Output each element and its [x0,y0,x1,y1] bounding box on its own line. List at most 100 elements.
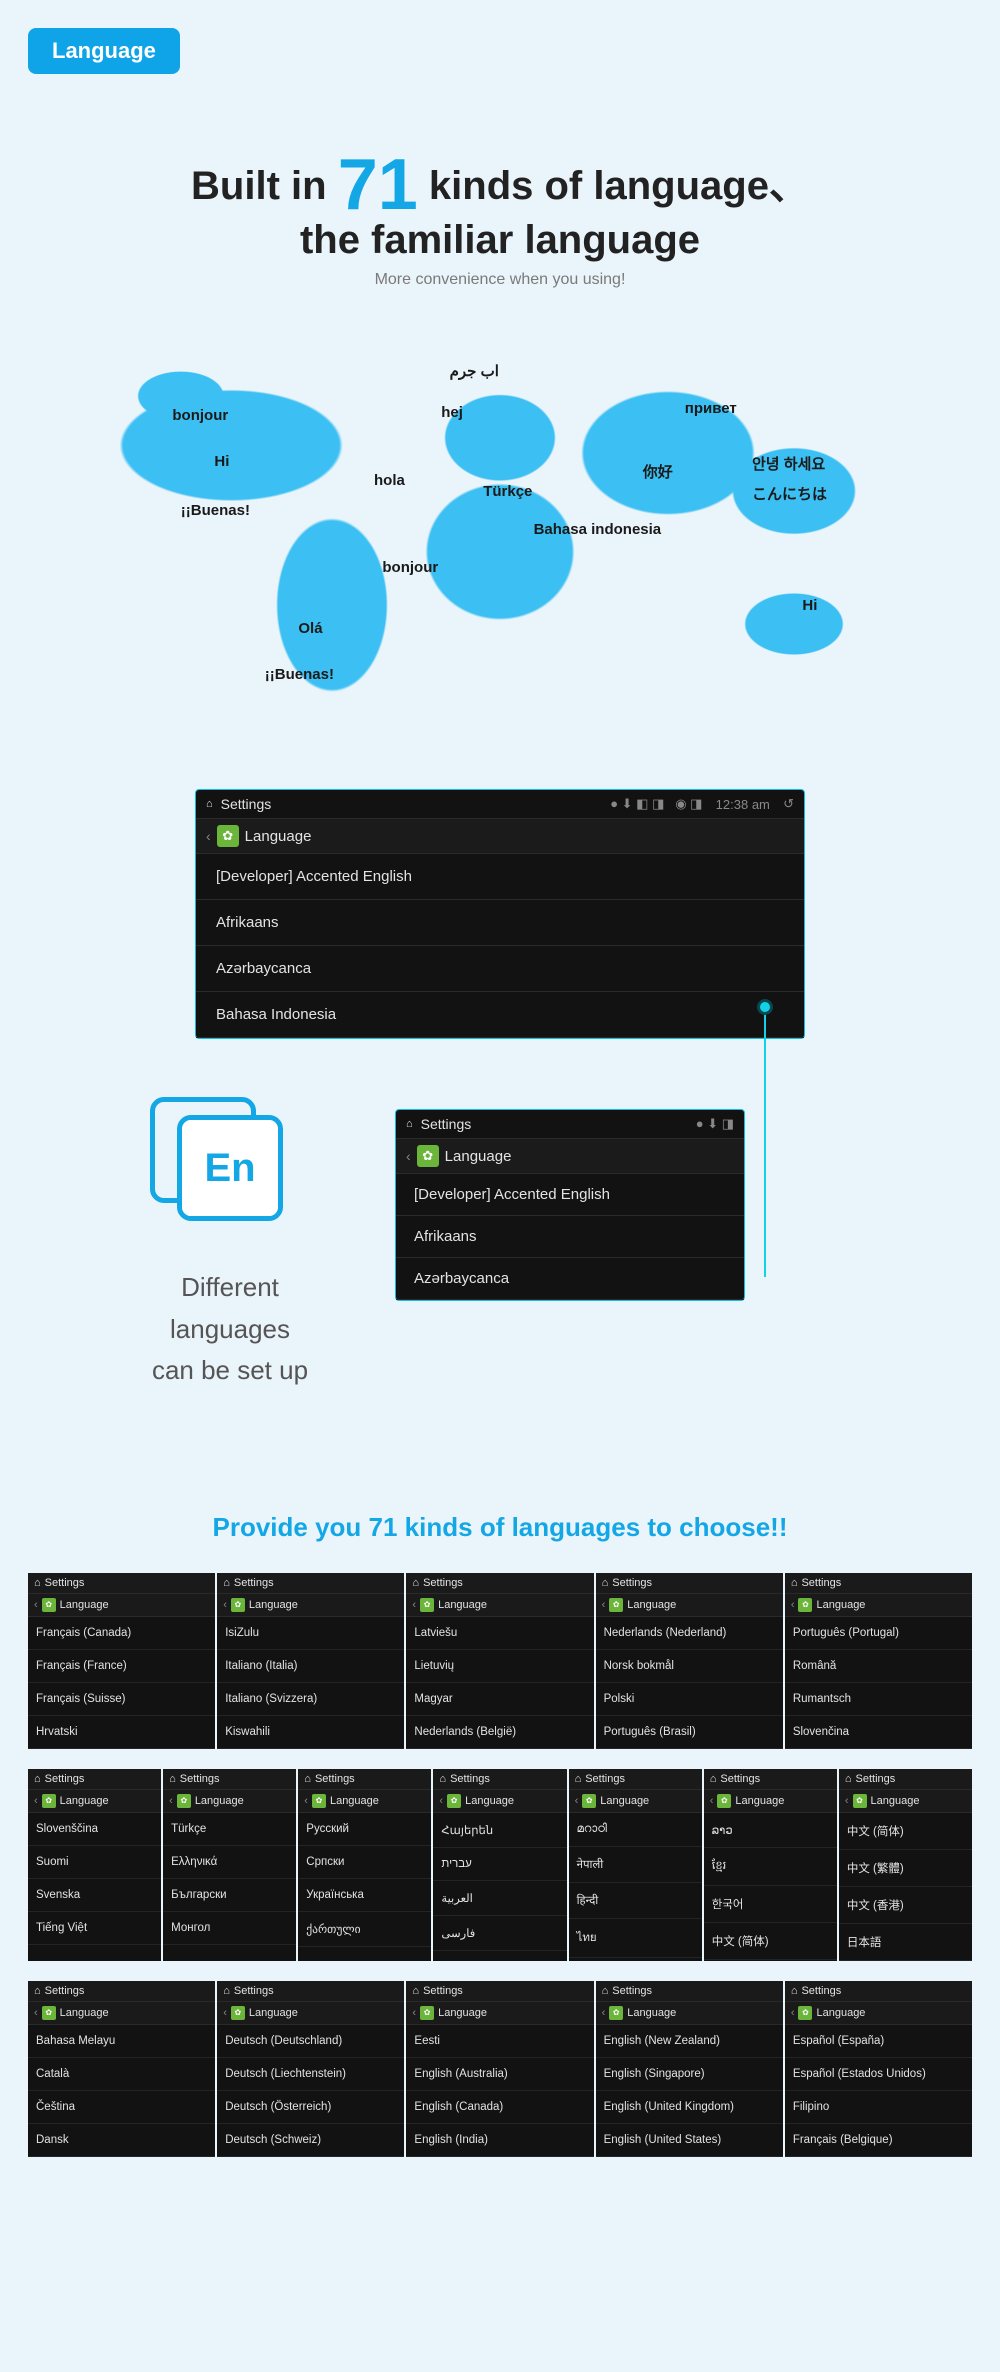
language-item[interactable]: Français (Canada) [28,1617,215,1650]
language-item[interactable]: Español (Estados Unidos) [785,2058,972,2091]
language-item[interactable]: Azərbaycanca [396,1258,744,1300]
language-item[interactable]: Kiswahili [217,1716,404,1749]
language-item[interactable]: Français (Suisse) [28,1683,215,1716]
language-item[interactable]: Русский [298,1813,431,1846]
language-item[interactable]: Eesti [406,2025,593,2058]
language-item[interactable]: 中文 (简体) [839,1813,972,1850]
home-icon: ⌂ [602,1985,609,1997]
grid-column: ⌂Settings‹✿LanguagePortuguês (Portugal)R… [785,1573,972,1749]
language-grid-3: ⌂Settings‹✿LanguageBahasa MelayuCatalàČe… [28,1981,972,2157]
language-item[interactable]: [Developer] Accented English [196,854,804,900]
language-item[interactable]: Slovenščina [28,1813,161,1846]
language-item[interactable]: ქართული [298,1912,431,1947]
language-item[interactable]: Azərbaycanca [196,946,804,992]
language-item[interactable]: ລາວ [704,1813,837,1848]
language-item[interactable]: Монгол [163,1912,296,1945]
map-label: اب جرم [450,362,499,380]
grid-language-label: Language [627,1599,676,1611]
language-item[interactable]: English (New Zealand) [596,2025,783,2058]
language-item[interactable]: English (United States) [596,2124,783,2157]
language-item[interactable]: Čeština [28,2091,215,2124]
status-bar: ⌂ Settings ● ⬇ ◧ ◨ ◉ ◨ 12:38 am ↺ [196,790,804,819]
language-item[interactable]: Afrikaans [396,1216,744,1258]
language-header[interactable]: ‹ ✿ Language [196,819,804,854]
language-item[interactable]: Հայերեն [433,1813,566,1848]
language-item[interactable]: English (Australia) [406,2058,593,2091]
grid-settings-label: Settings [180,1773,220,1785]
language-item[interactable]: Nederlands (Nederland) [596,1617,783,1650]
language-item[interactable]: Filipino [785,2091,972,2124]
grid-column: ⌂Settings‹✿LanguageIsiZuluItaliano (Ital… [217,1573,404,1749]
language-item[interactable]: Dansk [28,2124,215,2157]
language-item[interactable]: Bahasa Melayu [28,2025,215,2058]
language-item[interactable]: Latviešu [406,1617,593,1650]
gear-icon: ✿ [312,1794,326,1808]
language-item[interactable]: IsiZulu [217,1617,404,1650]
language-item[interactable]: Deutsch (Deutschland) [217,2025,404,2058]
language-item[interactable]: English (United Kingdom) [596,2091,783,2124]
language-item[interactable]: Українська [298,1879,431,1912]
home-icon: ⌂ [439,1773,446,1785]
language-item[interactable]: 日本語 [839,1924,972,1961]
language-item[interactable]: فارسی [433,1916,566,1951]
language-item[interactable]: Bahasa Indonesia [196,992,804,1038]
language-item[interactable]: Српски [298,1846,431,1879]
en-icon: En [177,1115,283,1221]
language-item[interactable]: ไทย [569,1919,702,1958]
language-item[interactable]: Español (España) [785,2025,972,2058]
language-item[interactable]: Türkçe [163,1813,296,1846]
language-item[interactable]: Lietuvių [406,1650,593,1683]
language-item[interactable]: Svenska [28,1879,161,1912]
language-item[interactable]: ខ្មែរ [704,1848,837,1886]
language-item[interactable]: Français (France) [28,1650,215,1683]
language-item[interactable]: Nederlands (België) [406,1716,593,1749]
language-item[interactable]: Português (Brasil) [596,1716,783,1749]
language-item[interactable]: Afrikaans [196,900,804,946]
grid-language-label: Language [249,1599,298,1611]
language-item[interactable]: Português (Portugal) [785,1617,972,1650]
language-item[interactable]: English (Singapore) [596,2058,783,2091]
language-item[interactable]: English (India) [406,2124,593,2157]
language-item[interactable]: Suomi [28,1846,161,1879]
language-item[interactable]: Română [785,1650,972,1683]
language-item[interactable]: नेपाली [569,1847,702,1883]
language-item[interactable]: English (Canada) [406,2091,593,2124]
grid-settings-label: Settings [450,1773,490,1785]
language-item[interactable]: Français (Belgique) [785,2124,972,2157]
language-item[interactable]: Deutsch (Österreich) [217,2091,404,2124]
language-item[interactable]: Ελληνικά [163,1846,296,1879]
language-item[interactable]: Italiano (Italia) [217,1650,404,1683]
language-item[interactable]: Italiano (Svizzera) [217,1683,404,1716]
gear-icon: ✿ [231,1598,245,1612]
language-item[interactable]: Magyar [406,1683,593,1716]
language-item[interactable]: Slovenčina [785,1716,972,1749]
grid-language-label: Language [438,2007,487,2019]
language-item[interactable]: Norsk bokmål [596,1650,783,1683]
language-item[interactable]: हिन्दी [569,1883,702,1919]
chevron-left-icon: ‹ [575,1795,579,1807]
language-item[interactable]: [Developer] Accented English [396,1174,744,1216]
language-item[interactable]: 中文 (繁體) [839,1850,972,1887]
map-label: Olá [298,620,322,637]
language-item[interactable]: Polski [596,1683,783,1716]
language-item[interactable]: Български [163,1879,296,1912]
language-item[interactable]: עברית [433,1848,566,1881]
provide-title: Provide you 71 kinds of languages to cho… [0,1512,1000,1543]
language-item[interactable]: Català [28,2058,215,2091]
language-item[interactable]: മറാഠി [569,1813,702,1847]
language-item[interactable]: Tiếng Việt [28,1912,161,1945]
settings-panel-small: ⌂ Settings ● ⬇ ◨ ‹ ✿ Language [Developer… [395,1109,745,1301]
language-item[interactable]: 한국어 [704,1886,837,1923]
language-grid-2: ⌂Settings‹✿LanguageSlovenščinaSuomiSvens… [28,1769,972,1961]
language-item[interactable]: Deutsch (Schweiz) [217,2124,404,2157]
gear-icon: ✿ [609,2006,623,2020]
language-item[interactable]: Hrvatski [28,1716,215,1749]
language-item[interactable]: العربية [433,1881,566,1916]
language-item[interactable]: Deutsch (Liechtenstein) [217,2058,404,2091]
language-item[interactable]: Rumantsch [785,1683,972,1716]
map-label: привет [685,400,737,417]
language-item[interactable]: 中文 (香港) [839,1887,972,1924]
language-header-small[interactable]: ‹ ✿ Language [396,1139,744,1174]
feature-text-line2: can be set up [125,1350,335,1392]
language-item[interactable]: 中文 (简体) [704,1923,837,1960]
